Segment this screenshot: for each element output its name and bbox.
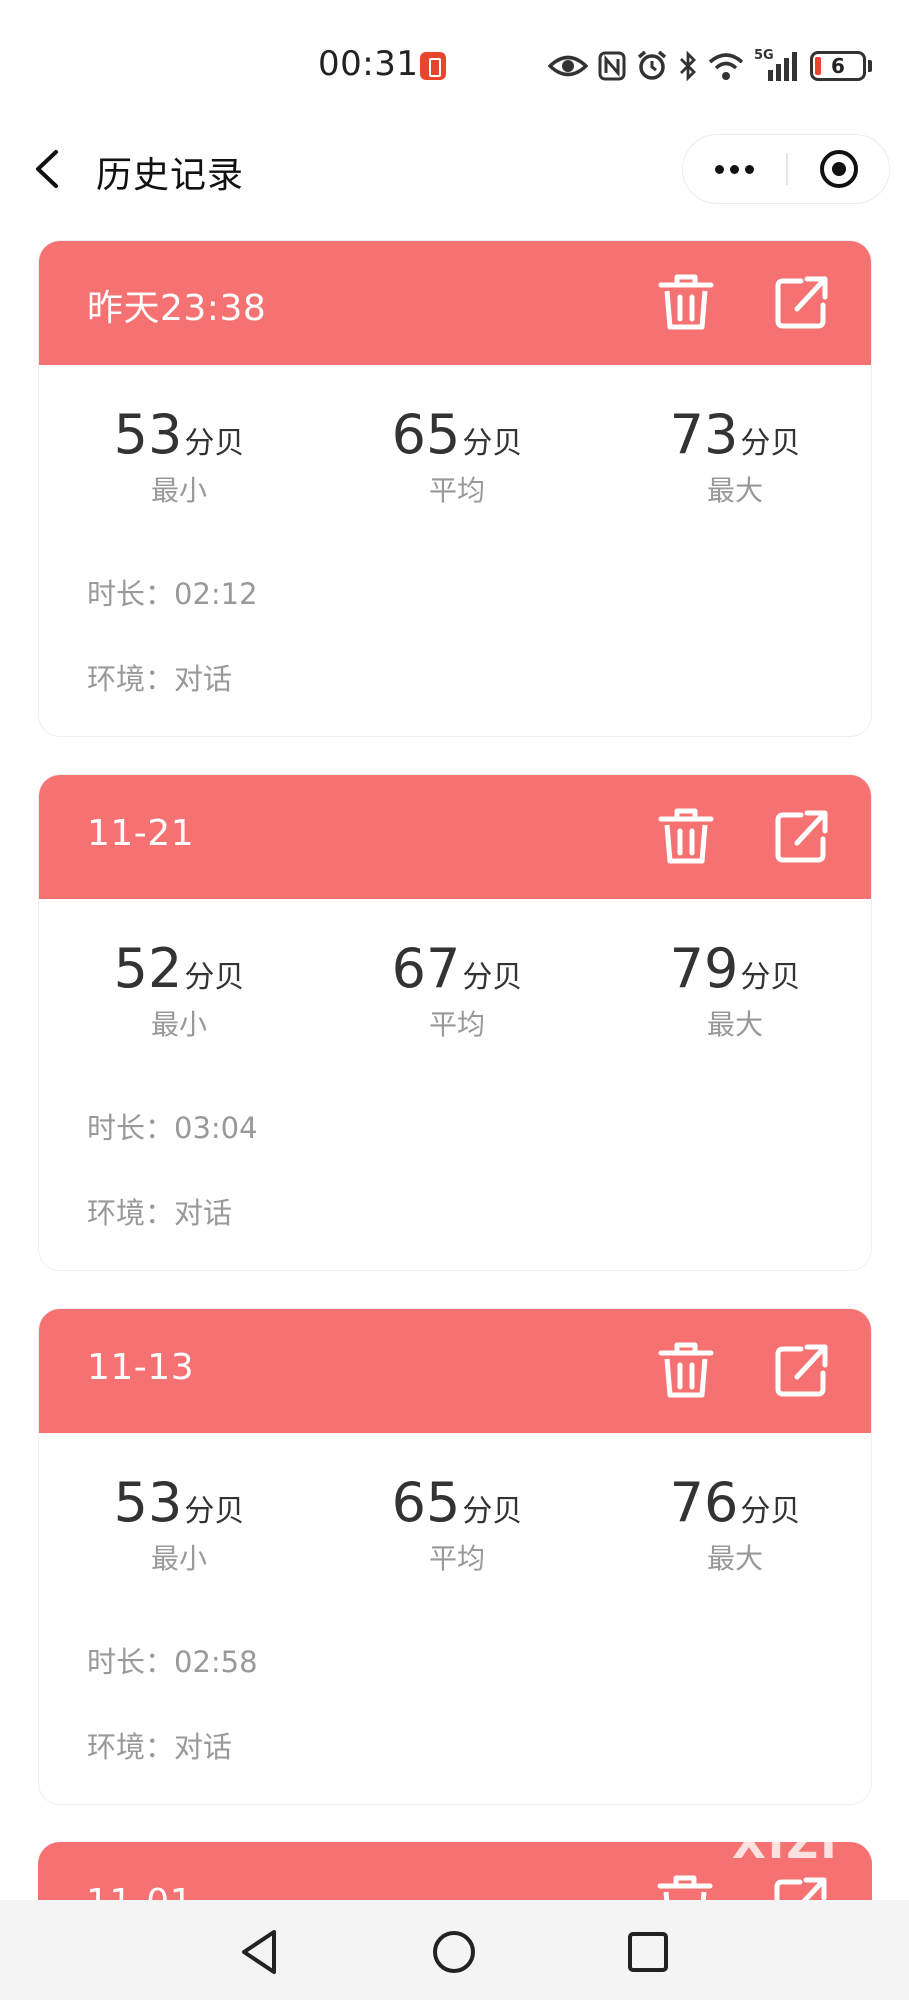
stat-value: 65 [391,1471,461,1534]
record-date: 11-21 [87,813,195,854]
stat-max: 76 分贝 最大 [635,1473,835,1577]
record-date: 昨天23:38 [87,288,267,329]
screen: 00:31 5G 6 历史记录 昨天23:38 53 分贝 最小 65 分贝 平… [0,0,909,2000]
triangle-back-icon [242,1930,276,1974]
more-dots-icon [715,165,724,174]
stat-unit: 分贝 [184,960,245,995]
stat-avg: 65 分贝 平均 [357,405,557,509]
trash-icon [658,808,714,864]
nav-header: 历史记录 [0,130,909,240]
nav-home-button[interactable] [424,1922,484,1982]
stat-value: 73 [669,403,739,466]
stat-label: 最小 [150,1008,207,1041]
share-export-icon [775,1344,828,1397]
stat-value: 53 [113,403,183,466]
card-header: 11-13 [39,1309,871,1433]
record-card: 11-21 52 分贝 最小 67 分贝 平均 79 分贝 最大 时长：03:0… [38,774,872,1271]
square-recent-icon [628,1932,668,1972]
card-header: 昨天23:38 [39,241,871,365]
more-dots-icon [745,165,754,174]
target-dot [832,162,846,176]
stat-value: 76 [669,1471,739,1534]
stat-avg: 65 分贝 平均 [357,1473,557,1577]
share-export-icon [775,276,828,329]
nfc-icon [598,51,626,81]
stat-label: 平均 [428,474,485,507]
close-button[interactable] [788,135,889,202]
share-button[interactable] [773,271,831,333]
delete-button[interactable] [657,271,715,333]
stat-min: 52 分贝 最小 [79,939,279,1043]
nav-recent-button[interactable] [618,1922,678,1982]
back-button[interactable] [28,146,68,192]
trash-icon [658,274,714,330]
wifi-icon [708,53,744,80]
stat-max: 79 分贝 最大 [635,939,835,1043]
duration-text: 时长：03:04 [87,1111,258,1145]
share-button[interactable] [773,805,831,867]
stat-value: 67 [391,937,461,1000]
status-time: 00:31 [318,44,419,84]
duration-text: 时长：02:12 [87,577,258,611]
stat-label: 最小 [150,474,207,507]
battery-icon: 6 [810,51,866,81]
system-nav-bar [0,1900,909,2000]
trash-icon [658,1342,714,1398]
battery-level: 6 [831,54,845,78]
more-dots-icon [730,165,739,174]
stat-value: 79 [669,937,739,1000]
circle-home-icon [433,1931,475,1973]
status-icons: 5G 6 [548,46,872,86]
more-button[interactable] [683,135,786,202]
stat-value: 52 [113,937,183,1000]
stat-label: 平均 [428,1008,485,1041]
chevron-left-icon [36,150,58,188]
stat-label: 最大 [706,474,763,507]
stat-label: 最大 [706,1008,763,1041]
delete-button[interactable] [657,1339,715,1401]
stat-label: 最小 [150,1542,207,1575]
record-list: 昨天23:38 53 分贝 最小 65 分贝 平均 73 分贝 最大 时长：02… [38,240,872,1842]
stat-avg: 67 分贝 平均 [357,939,557,1043]
stat-max: 73 分贝 最大 [635,405,835,509]
watermark-logo: XIZI [732,1818,839,1869]
stat-label: 最大 [706,1542,763,1575]
page-title: 历史记录 [96,155,245,196]
environment-text: 环境：对话 [87,1730,233,1764]
share-export-icon [775,810,828,863]
stat-value: 65 [391,403,461,466]
recording-indicator-icon [420,52,446,80]
stat-unit: 分贝 [740,1494,801,1529]
mini-program-capsule [682,134,890,204]
stat-unit: 分贝 [462,426,523,461]
stat-unit: 分贝 [740,960,801,995]
alarm-icon [637,50,667,80]
nav-back-button[interactable] [230,1922,290,1982]
battery-tip [868,60,872,72]
stat-min: 53 分贝 最小 [79,405,279,509]
stat-min: 53 分贝 最小 [79,1473,279,1577]
stat-unit: 分贝 [462,1494,523,1529]
share-button[interactable] [773,1339,831,1401]
record-card: 昨天23:38 53 分贝 最小 65 分贝 平均 73 分贝 最大 时长：02… [38,240,872,737]
stat-value: 53 [113,1471,183,1534]
stat-label: 平均 [428,1542,485,1575]
eye-icon [548,55,588,77]
environment-text: 环境：对话 [87,1196,233,1230]
bluetooth-icon [680,51,696,81]
status-bar: 00:31 5G 6 [0,0,909,130]
delete-button[interactable] [657,805,715,867]
signal-bars-icon [768,52,797,81]
record-date: 11-13 [87,1347,195,1388]
stat-unit: 分贝 [740,426,801,461]
environment-text: 环境：对话 [87,662,233,696]
stat-unit: 分贝 [184,426,245,461]
stat-unit: 分贝 [184,1494,245,1529]
card-header: 11-21 [39,775,871,899]
signal-5g: 5G [754,48,800,82]
duration-text: 时长：02:58 [87,1645,258,1679]
record-card: 11-13 53 分贝 最小 65 分贝 平均 76 分贝 最大 时长：02:5… [38,1308,872,1805]
stat-unit: 分贝 [462,960,523,995]
